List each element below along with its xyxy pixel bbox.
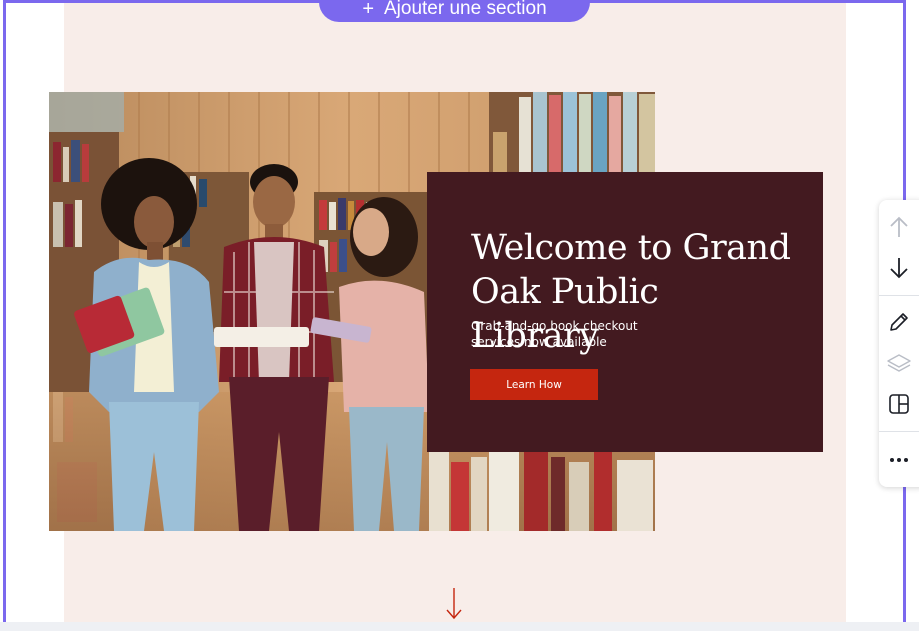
- layout-button[interactable]: [879, 386, 919, 422]
- add-section-label: Ajouter une section: [384, 0, 547, 19]
- editor-bottom-strip: [0, 622, 919, 631]
- move-up-button[interactable]: [879, 209, 919, 245]
- plus-icon: +: [362, 0, 374, 20]
- move-down-button[interactable]: [879, 250, 919, 286]
- toolbar-divider: [879, 431, 919, 432]
- more-options-button[interactable]: [879, 442, 919, 478]
- arrow-up-icon: [890, 216, 908, 237]
- hero-subtitle[interactable]: Grab-and-go book checkout services now a…: [471, 318, 671, 350]
- pencil-icon: [890, 313, 908, 331]
- more-icon: [890, 458, 908, 462]
- layers-icon: [887, 354, 911, 372]
- add-section-button[interactable]: + Ajouter une section: [319, 0, 590, 22]
- learn-how-button[interactable]: Learn How: [470, 369, 598, 400]
- arrow-down-icon: [890, 258, 908, 279]
- layers-button[interactable]: [879, 345, 919, 381]
- scroll-down-arrow-icon[interactable]: [444, 586, 464, 620]
- toolbar-divider: [879, 295, 919, 296]
- edit-button[interactable]: [879, 304, 919, 340]
- layout-icon: [889, 394, 909, 414]
- hero-card: Welcome to Grand Oak Public Library Grab…: [427, 172, 823, 452]
- section-toolbar: [879, 200, 919, 487]
